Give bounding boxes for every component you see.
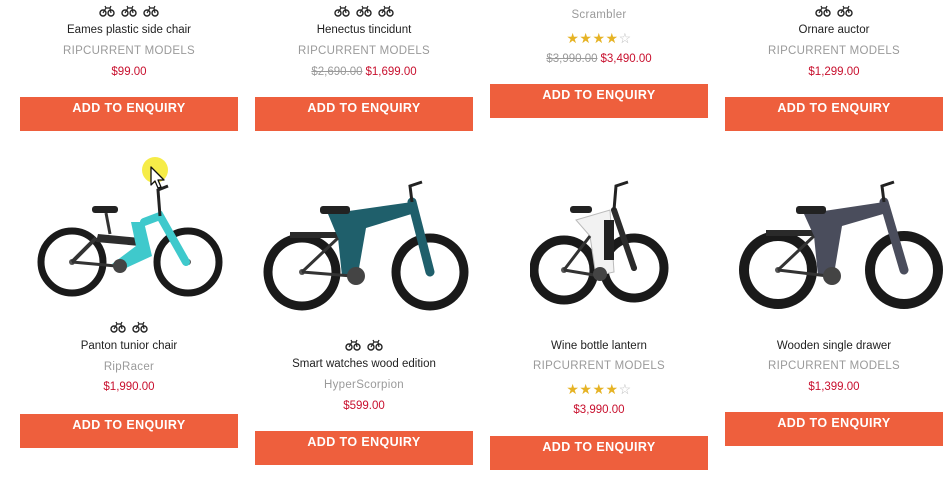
add-to-enquiry-button[interactable]: ADD TO ENQUIRY	[725, 412, 943, 446]
product-card: Scrambler ★★★★☆ $3,990.00 $3,490.00 ADD T…	[490, 0, 708, 120]
bike-icon	[132, 321, 148, 333]
old-price: $2,690.00	[311, 66, 363, 78]
add-to-enquiry-button[interactable]: ADD TO ENQUIRY	[20, 97, 238, 131]
bike-icon	[121, 5, 137, 17]
product-name[interactable]: Eames plastic side chair	[20, 24, 238, 36]
bike-icon	[345, 339, 361, 351]
product-price: $1,990.00	[20, 381, 238, 393]
star-icon: ★	[579, 30, 593, 46]
product-brand[interactable]: RipRacer	[20, 361, 238, 373]
product-image-ebike-grey-fat-tire[interactable]	[738, 180, 944, 316]
product-brand[interactable]: RIPCURRENT MODELS	[490, 360, 708, 372]
product-image-ebike-teal-step-through[interactable]	[36, 176, 226, 304]
product-name[interactable]: Wooden single drawer	[725, 340, 943, 352]
product-price: $599.00	[255, 400, 473, 412]
add-to-enquiry-button[interactable]: ADD TO ENQUIRY	[725, 97, 943, 131]
product-image-ebike-green-fat-tire[interactable]	[262, 180, 472, 318]
product-brand[interactable]: Scrambler	[490, 9, 708, 21]
bike-icon	[110, 321, 126, 333]
product-card: Panton tunior chair RipRacer $1,990.00 A…	[20, 318, 238, 450]
product-card: Wine bottle lantern RIPCURRENT MODELS ★★…	[490, 338, 708, 470]
bike-icon	[378, 5, 394, 17]
add-to-enquiry-button[interactable]: ADD TO ENQUIRY	[255, 431, 473, 465]
current-price: $3,490.00	[600, 53, 652, 65]
bike-icons	[255, 5, 473, 19]
current-price: $3,990.00	[573, 404, 625, 416]
bike-icon	[815, 5, 831, 17]
current-price: $1,699.00	[365, 66, 417, 78]
bike-icon	[143, 5, 159, 17]
star-icon: ★	[566, 30, 580, 46]
product-brand[interactable]: RIPCURRENT MODELS	[725, 360, 943, 372]
product-card: Wooden single drawer RIPCURRENT MODELS $…	[725, 338, 943, 470]
product-name[interactable]: Panton tunior chair	[20, 340, 238, 352]
product-card: Eames plastic side chair RIPCURRENT MODE…	[20, 0, 238, 132]
star-icon: ★	[566, 381, 580, 397]
product-brand[interactable]: RIPCURRENT MODELS	[255, 45, 473, 57]
current-price: $599.00	[343, 400, 385, 412]
current-price: $1,399.00	[808, 381, 860, 393]
product-name[interactable]: Henectus tincidunt	[255, 24, 473, 36]
cursor-arrow-icon	[150, 166, 165, 189]
current-price: $99.00	[111, 66, 147, 78]
old-price: $3,990.00	[546, 53, 598, 65]
bike-icon	[837, 5, 853, 17]
product-card: Ornare auctor RIPCURRENT MODELS $1,299.0…	[725, 0, 943, 132]
bike-icon	[356, 5, 372, 17]
rating-stars: ★★★★☆	[490, 382, 708, 396]
star-outline-icon: ☆	[618, 30, 632, 46]
product-brand[interactable]: RIPCURRENT MODELS	[20, 45, 238, 57]
current-price: $1,990.00	[103, 381, 155, 393]
bike-icons	[20, 5, 238, 19]
product-price: $1,399.00	[725, 381, 943, 393]
product-image-ebike-white[interactable]	[530, 180, 670, 316]
product-name[interactable]: Ornare auctor	[725, 24, 943, 36]
product-price: $1,299.00	[725, 66, 943, 78]
star-icon: ★	[605, 381, 619, 397]
product-brand[interactable]: HyperScorpion	[255, 379, 473, 391]
product-price: $2,690.00 $1,699.00	[255, 66, 473, 78]
rating-stars: ★★★★☆	[490, 31, 708, 45]
bike-icons	[255, 339, 473, 353]
add-to-enquiry-button[interactable]: ADD TO ENQUIRY	[20, 414, 238, 448]
product-price: $99.00	[20, 66, 238, 78]
star-icon: ★	[592, 381, 606, 397]
add-to-enquiry-button[interactable]: ADD TO ENQUIRY	[255, 97, 473, 131]
star-icon: ★	[592, 30, 606, 46]
bike-icons	[20, 321, 238, 335]
product-name[interactable]: Wine bottle lantern	[490, 340, 708, 352]
star-icon: ★	[579, 381, 593, 397]
product-price: $3,990.00 $3,490.00	[490, 53, 708, 65]
bike-icon	[99, 5, 115, 17]
product-price: $3,990.00	[490, 404, 708, 416]
product-name[interactable]: Smart watches wood edition	[255, 358, 473, 370]
add-to-enquiry-button[interactable]: ADD TO ENQUIRY	[490, 436, 708, 470]
bike-icon	[334, 5, 350, 17]
add-to-enquiry-button[interactable]: ADD TO ENQUIRY	[490, 84, 708, 118]
product-card: Henectus tincidunt RIPCURRENT MODELS $2,…	[255, 0, 473, 132]
star-icon: ★	[605, 30, 619, 46]
bike-icons	[725, 5, 943, 19]
bike-icon	[367, 339, 383, 351]
product-brand[interactable]: RIPCURRENT MODELS	[725, 45, 943, 57]
product-card: Smart watches wood edition HyperScorpion…	[255, 337, 473, 469]
current-price: $1,299.00	[808, 66, 860, 78]
star-outline-icon: ☆	[618, 381, 632, 397]
